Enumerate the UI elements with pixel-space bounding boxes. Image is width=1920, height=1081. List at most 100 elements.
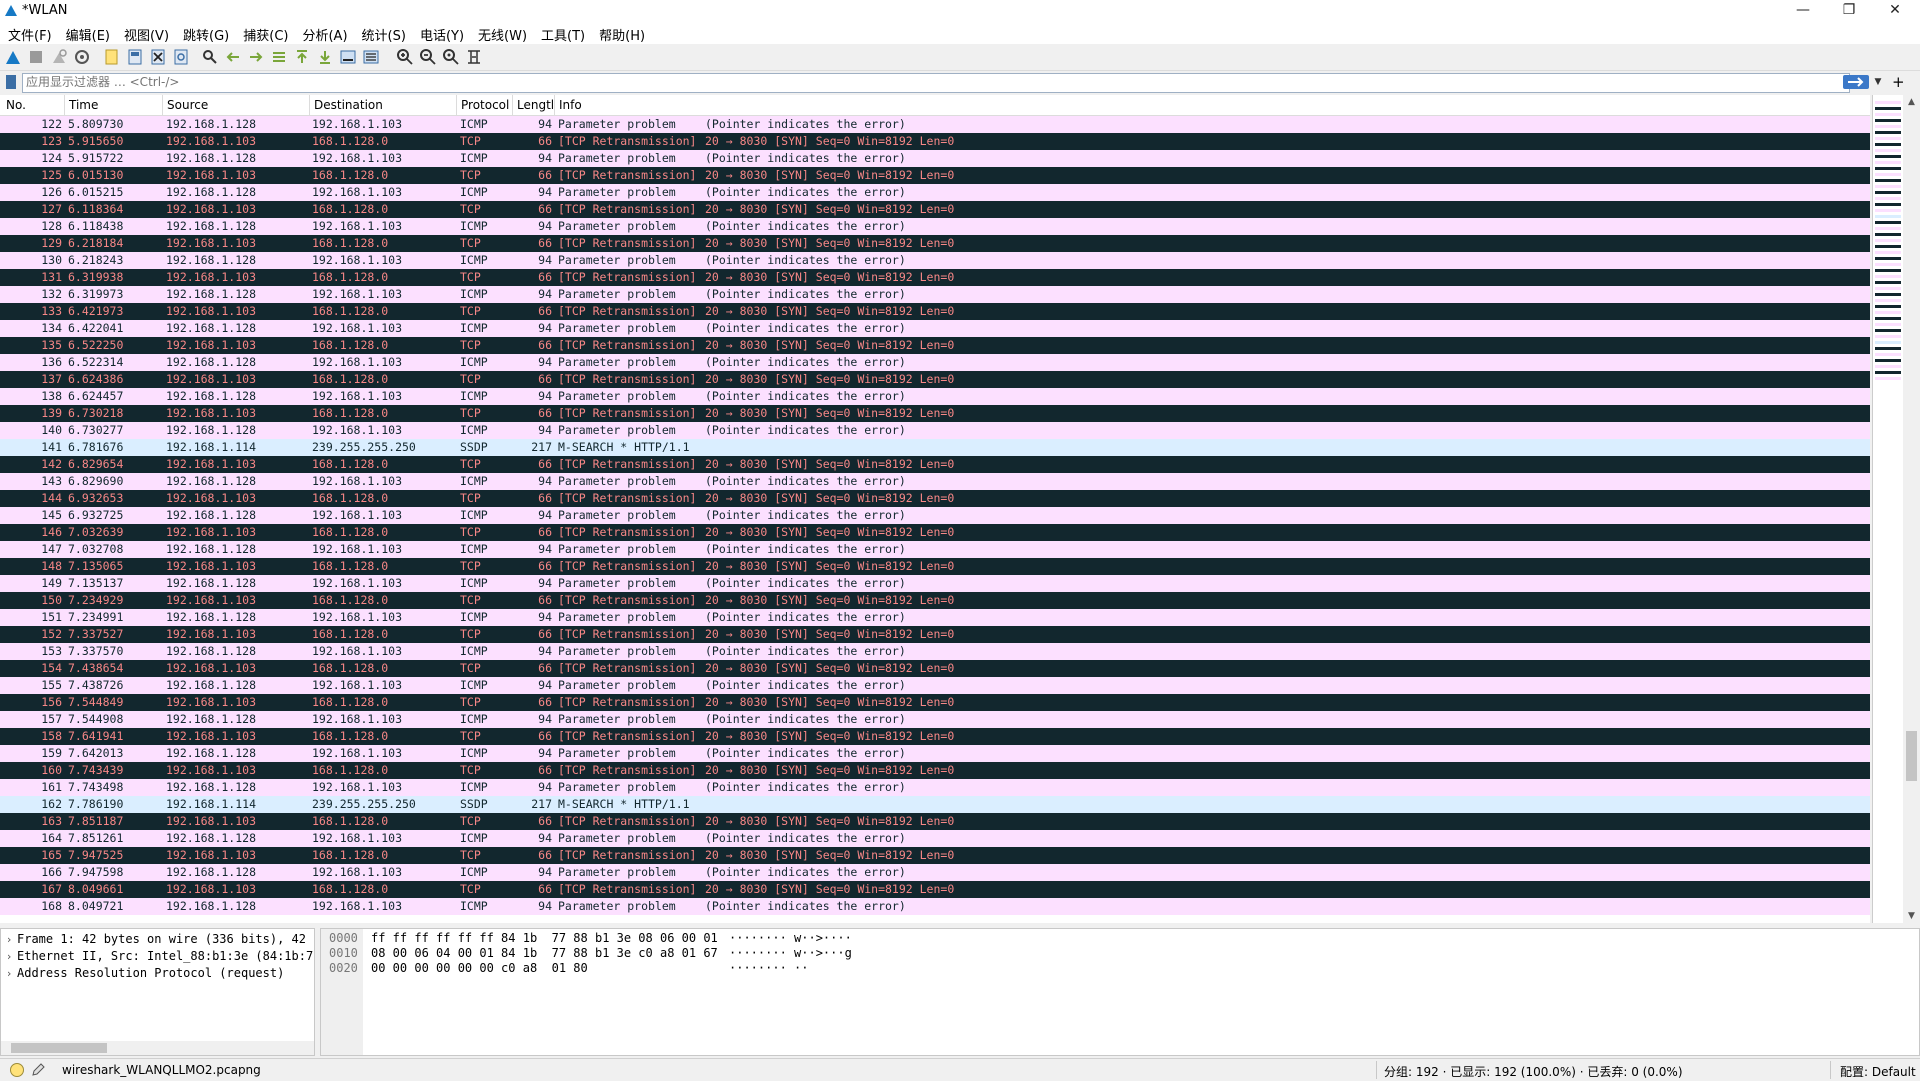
column-source[interactable]: Source [162, 95, 208, 115]
open-file-icon[interactable] [103, 48, 121, 66]
packet-row[interactable]: 136 6.522314 192.168.1.128 192.168.1.103 ICM… [0, 354, 1870, 371]
packet-row[interactable]: 130 6.218243 192.168.1.128 192.168.1.103 ICM… [0, 252, 1870, 269]
packet-row[interactable]: 139 6.730218 192.168.1.103 168.1.128.0 TCP 66… [0, 405, 1870, 422]
colorize-icon[interactable] [362, 48, 380, 66]
packet-row[interactable]: 123 5.915650 192.168.1.103 168.1.128.0 TCP 66… [0, 133, 1870, 150]
packet-row[interactable]: 127 6.118364 192.168.1.103 168.1.128.0 TCP 66… [0, 201, 1870, 218]
column-protocol[interactable]: Protocol [456, 95, 509, 115]
packet-row[interactable]: 163 7.851187 192.168.1.103 168.1.128.0 TCP 66… [0, 813, 1870, 830]
packet-row[interactable]: 122 5.809730 192.168.1.128 192.168.1.103 ICM… [0, 116, 1870, 133]
packet-row[interactable]: 135 6.522250 192.168.1.103 168.1.128.0 TCP 66… [0, 337, 1870, 354]
byte-ascii[interactable]: ········ ·· [729, 961, 808, 975]
packet-row[interactable]: 166 7.947598 192.168.1.128 192.168.1.103 ICM… [0, 864, 1870, 881]
capture-options-icon[interactable] [73, 48, 91, 66]
display-filter-input[interactable] [23, 74, 1849, 90]
packet-row[interactable]: 149 7.135137 192.168.1.128 192.168.1.103 ICM… [0, 575, 1870, 592]
packet-row[interactable]: 159 7.642013 192.168.1.128 192.168.1.103 ICM… [0, 745, 1870, 762]
byte-hex[interactable]: ff ff ff ff ff ff 84 1b 77 88 b1 3e 08 0… [371, 931, 718, 945]
go-back-icon[interactable] [224, 48, 242, 66]
profile-selector[interactable]: 配置: Default [1840, 1063, 1916, 1080]
column-time[interactable]: Time [64, 95, 98, 115]
byte-ascii[interactable]: ········ w··>···g [729, 946, 852, 960]
packet-row[interactable]: 142 6.829654 192.168.1.103 168.1.128.0 TCP 66… [0, 456, 1870, 473]
menu-file[interactable]: 文件(F) [0, 22, 58, 44]
packet-row[interactable]: 140 6.730277 192.168.1.128 192.168.1.103 ICM… [0, 422, 1870, 439]
stop-icon[interactable] [27, 48, 45, 66]
packet-row[interactable]: 148 7.135065 192.168.1.103 168.1.128.0 TCP 66… [0, 558, 1870, 575]
menu-go[interactable]: 跳转(G) [175, 22, 235, 44]
resize-columns-icon[interactable] [465, 48, 483, 66]
bookmark-icon[interactable] [4, 74, 18, 90]
packet-row[interactable]: 144 6.932653 192.168.1.103 168.1.128.0 TCP 66… [0, 490, 1870, 507]
packet-row[interactable]: 137 6.624386 192.168.1.103 168.1.128.0 TCP 66… [0, 371, 1870, 388]
restart-icon[interactable] [50, 48, 68, 66]
packet-bytes[interactable]: 0000 ff ff ff ff ff ff 84 1b 77 88 b1 3e… [320, 928, 1920, 1056]
detail-arp[interactable]: › Address Resolution Protocol (request) [1, 965, 314, 982]
expand-arrow-icon[interactable]: › [1, 948, 17, 965]
menu-edit[interactable]: 编辑(E) [58, 22, 116, 44]
packet-row[interactable]: 125 6.015130 192.168.1.103 168.1.128.0 TCP 66… [0, 167, 1870, 184]
zoom-out-icon[interactable] [419, 48, 437, 66]
packet-row[interactable]: 131 6.319938 192.168.1.103 168.1.128.0 TCP 66… [0, 269, 1870, 286]
packet-row[interactable]: 126 6.015215 192.168.1.128 192.168.1.103 ICM… [0, 184, 1870, 201]
packet-row[interactable]: 156 7.544849 192.168.1.103 168.1.128.0 TCP 66… [0, 694, 1870, 711]
column-length[interactable]: Lengtl [512, 95, 554, 115]
close-icon[interactable]: ✕ [1872, 0, 1918, 22]
packet-row[interactable]: 143 6.829690 192.168.1.128 192.168.1.103 ICM… [0, 473, 1870, 490]
detail-frame[interactable]: › Frame 1: 42 bytes on wire (336 bits), 4… [1, 931, 314, 948]
menu-analyze[interactable]: 分析(A) [294, 22, 353, 44]
go-forward-icon[interactable] [247, 48, 265, 66]
packet-row[interactable]: 132 6.319973 192.168.1.128 192.168.1.103 ICM… [0, 286, 1870, 303]
packet-row[interactable]: 168 8.049721 192.168.1.128 192.168.1.103 ICM… [0, 898, 1870, 915]
scroll-up-icon[interactable]: ▲ [1903, 97, 1920, 107]
packet-row[interactable]: 129 6.218184 192.168.1.103 168.1.128.0 TCP 66… [0, 235, 1870, 252]
packet-row[interactable]: 157 7.544908 192.168.1.128 192.168.1.103 ICM… [0, 711, 1870, 728]
packet-row[interactable]: 152 7.337527 192.168.1.103 168.1.128.0 TCP 66… [0, 626, 1870, 643]
filter-history-dropdown-icon[interactable]: ▼ [1872, 75, 1884, 89]
byte-ascii[interactable]: ········ w··>···· [729, 931, 852, 945]
zoom-normal-icon[interactable] [442, 48, 460, 66]
packet-row[interactable]: 147 7.032708 192.168.1.128 192.168.1.103 ICM… [0, 541, 1870, 558]
packet-row[interactable]: 128 6.118438 192.168.1.128 192.168.1.103 ICM… [0, 218, 1870, 235]
packet-details[interactable]: › Frame 1: 42 bytes on wire (336 bits), 4… [0, 928, 315, 1056]
last-packet-icon[interactable] [316, 48, 334, 66]
menu-tools[interactable]: 工具(T) [533, 22, 591, 44]
shark-start-icon[interactable] [4, 48, 22, 66]
packet-list-scrollbar[interactable]: ▲ ▼ [1903, 95, 1920, 923]
packet-row[interactable]: 165 7.947525 192.168.1.103 168.1.128.0 TCP 66… [0, 847, 1870, 864]
scroll-thumb[interactable] [11, 1043, 107, 1053]
packet-row[interactable]: 158 7.641941 192.168.1.103 168.1.128.0 TCP 66… [0, 728, 1870, 745]
capture-comment-icon[interactable] [30, 1062, 46, 1078]
column-no[interactable]: No. [6, 98, 26, 112]
packet-row[interactable]: 153 7.337570 192.168.1.128 192.168.1.103 ICM… [0, 643, 1870, 660]
packet-row[interactable]: 133 6.421973 192.168.1.103 168.1.128.0 TCP 66… [0, 303, 1870, 320]
packet-row[interactable]: 154 7.438654 192.168.1.103 168.1.128.0 TCP 66… [0, 660, 1870, 677]
byte-hex[interactable]: 00 00 00 00 00 00 c0 a8 01 80 [371, 961, 588, 975]
packet-row[interactable]: 141 6.781676 192.168.1.114 239.255.255.250 S… [0, 439, 1870, 456]
packet-row[interactable]: 150 7.234929 192.168.1.103 168.1.128.0 TCP 66… [0, 592, 1870, 609]
packet-row[interactable]: 155 7.438726 192.168.1.128 192.168.1.103 ICM… [0, 677, 1870, 694]
expert-info-icon[interactable] [10, 1063, 24, 1077]
save-file-icon[interactable] [126, 48, 144, 66]
expand-arrow-icon[interactable]: › [1, 965, 17, 982]
details-horizontal-scrollbar[interactable] [1, 1041, 314, 1055]
menu-view[interactable]: 视图(V) [116, 22, 175, 44]
packet-row[interactable]: 124 5.915722 192.168.1.128 192.168.1.103 ICM… [0, 150, 1870, 167]
display-filter-field[interactable] [22, 73, 1850, 93]
packet-row[interactable]: 161 7.743498 192.168.1.128 192.168.1.103 ICM… [0, 779, 1870, 796]
packet-row[interactable]: 160 7.743439 192.168.1.103 168.1.128.0 TCP 66… [0, 762, 1870, 779]
first-packet-icon[interactable] [293, 48, 311, 66]
zoom-in-icon[interactable] [396, 48, 414, 66]
menu-capture[interactable]: 捕获(C) [235, 22, 294, 44]
packet-list[interactable]: No. Time Source Destination Protocol Len… [0, 95, 1870, 923]
menu-help[interactable]: 帮助(H) [591, 22, 651, 44]
packet-minimap[interactable] [1872, 95, 1903, 923]
packet-row[interactable]: 146 7.032639 192.168.1.103 168.1.128.0 TCP 66… [0, 524, 1870, 541]
menu-wireless[interactable]: 无线(W) [470, 22, 533, 44]
packet-row[interactable]: 151 7.234991 192.168.1.128 192.168.1.103 ICM… [0, 609, 1870, 626]
packet-row[interactable]: 167 8.049661 192.168.1.103 168.1.128.0 TCP 66… [0, 881, 1870, 898]
menu-telephony[interactable]: 电话(Y) [412, 22, 470, 44]
close-file-icon[interactable] [149, 48, 167, 66]
scroll-thumb[interactable] [1906, 731, 1917, 781]
add-filter-button-icon[interactable]: + [1892, 72, 1906, 92]
